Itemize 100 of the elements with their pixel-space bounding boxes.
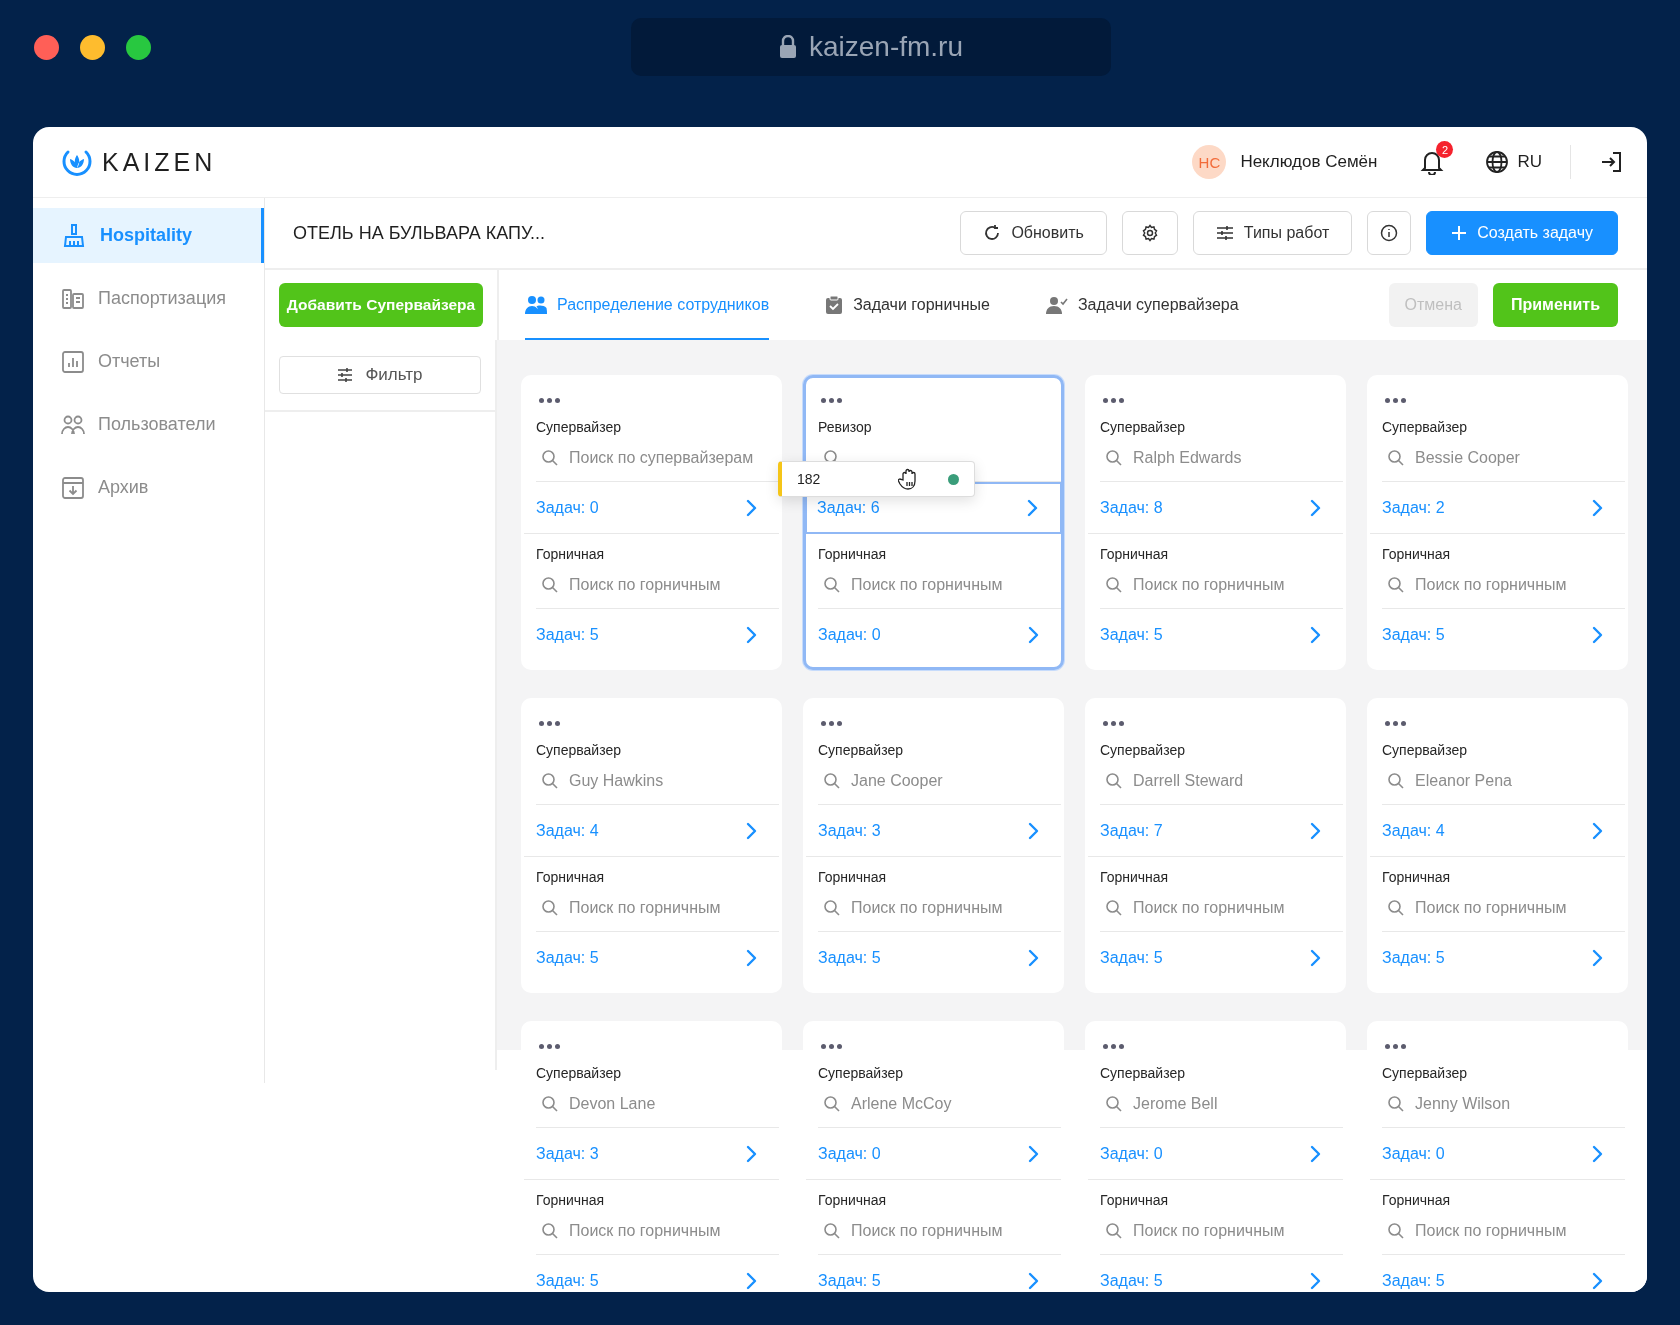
staff-card[interactable]: Супервайзер Bessie Cooper Задач: 2 Горничная Поиск по горничным Задач: 5 [1367,375,1628,670]
staff-card[interactable]: Супервайзер Guy Hawkins Задач: 4 Горничная Поиск по горничным Задач: 5 [521,698,782,993]
work-types-button[interactable]: Типы работ [1192,211,1353,255]
search-field[interactable]: Devon Lane [569,1095,769,1113]
tasks-row[interactable]: Задач: 0 [1370,1128,1625,1180]
role-label: Супервайзер [1382,1064,1467,1083]
tasks-row[interactable]: Задач: 7 [1088,805,1343,857]
search-field[interactable]: Поиск по горничным [1415,576,1615,594]
tab[interactable]: Задачи горничные [825,272,990,340]
tasks-row[interactable]: Задач: 0 [806,1128,1061,1180]
staff-card[interactable]: Супервайзер Ralph Edwards Задач: 8 Горничная Поиск по горничным Задач: 5 [1085,375,1346,670]
search-field[interactable]: Поиск по горничным [1133,1222,1333,1240]
search-field[interactable]: Поиск по горничным [1133,899,1333,917]
more-icon[interactable] [1103,1043,1124,1049]
search-field[interactable]: Jerome Bell [1133,1095,1333,1113]
tasks-row[interactable]: Задач: 8 [1088,482,1343,534]
more-icon[interactable] [821,720,842,726]
tab[interactable]: Задачи супервайзера [1045,272,1239,340]
maximize-window-icon[interactable] [126,35,151,60]
logout-icon[interactable] [1599,150,1623,174]
tasks-row[interactable]: Задач: 5 [1370,609,1625,661]
tasks-row[interactable]: Задач: 5 [1088,932,1343,984]
tasks-row[interactable]: Задач: 5 [1088,609,1343,661]
users-icon [525,295,547,315]
search-field[interactable]: Поиск по горничным [569,1222,769,1240]
tasks-row[interactable]: Задач: 5 [806,1255,1061,1292]
settings-button[interactable] [1121,211,1178,255]
sidebar-item[interactable]: Отчеты [33,334,264,389]
search-field[interactable]: Поиск по супервайзерам [569,449,769,467]
search-icon [823,1222,841,1240]
sidebar-item[interactable]: Паспортизация [33,271,264,326]
tasks-row[interactable]: Задач: 4 [1370,805,1625,857]
tasks-row[interactable]: Задач: 4 [524,805,779,857]
search-field[interactable]: Поиск по горничным [1415,899,1615,917]
search-field[interactable]: Bessie Cooper [1415,449,1615,467]
tasks-row[interactable]: Задач: 5 [524,609,779,661]
info-button[interactable] [1367,211,1412,255]
more-icon[interactable] [1385,397,1406,403]
filter-button[interactable]: Фильтр [279,356,481,394]
tasks-row[interactable]: Задач: 0 [524,482,779,534]
staff-card[interactable]: Супервайзер Jerome Bell Задач: 0 Горничная Поиск по горничным Задач: 5 [1085,1021,1346,1292]
search-field[interactable]: Jane Cooper [851,772,1051,790]
apply-button[interactable]: Применить [1493,283,1618,327]
sidebar-item[interactable]: Архив [33,460,264,515]
language-selector[interactable]: RU [1517,152,1542,172]
staff-card[interactable]: Супервайзер Jenny Wilson Задач: 0 Горничная Поиск по горничным Задач: 5 [1367,1021,1628,1292]
search-field[interactable]: Guy Hawkins [569,772,769,790]
drag-tooltip[interactable]: 182 [778,461,975,497]
search-field[interactable]: Поиск по горничным [851,1222,1051,1240]
search-field[interactable]: Darrell Steward [1133,772,1333,790]
tasks-count: Задач: 3 [536,1144,599,1163]
more-icon[interactable] [1385,720,1406,726]
search-field[interactable]: Поиск по горничным [851,576,1051,594]
search-field[interactable]: Jenny Wilson [1415,1095,1615,1113]
address-bar[interactable]: kaizen-fm.ru [631,18,1111,76]
staff-card[interactable]: Супервайзер Eleanor Pena Задач: 4 Горничная Поиск по горничным Задач: 5 [1367,698,1628,993]
more-icon[interactable] [1103,720,1124,726]
more-icon[interactable] [539,397,560,403]
staff-card[interactable]: Супервайзер Devon Lane Задач: 3 Горничная Поиск по горничным Задач: 5 [521,1021,782,1292]
tasks-row[interactable]: Задач: 3 [524,1128,779,1180]
staff-card[interactable]: Супервайзер Arlene McCoy Задач: 0 Горничная Поиск по горничным Задач: 5 [803,1021,1064,1292]
tasks-row[interactable]: Задач: 0 [1088,1128,1343,1180]
staff-card[interactable]: Супервайзер Поиск по супервайзерам Задач: 0 Горничная Поиск по горничным Задач: 5 [521,375,782,670]
tasks-row[interactable]: Задач: 5 [524,932,779,984]
search-field[interactable]: Поиск по горничным [569,899,769,917]
tasks-row[interactable]: Задач: 2 [1370,482,1625,534]
search-field[interactable]: Поиск по горничным [569,576,769,594]
tasks-row[interactable]: Задач: 5 [806,932,1061,984]
close-window-icon[interactable] [34,35,59,60]
add-supervisor-button[interactable]: Добавить Супервайзера [278,283,484,327]
search-field[interactable]: Поиск по горничным [851,899,1051,917]
search-field[interactable]: Ralph Edwards [1133,449,1333,467]
more-icon[interactable] [1385,1043,1406,1049]
tasks-row[interactable]: Задач: 3 [806,805,1061,857]
tasks-row[interactable]: Задач: 5 [1370,1255,1625,1292]
staff-card[interactable]: Супервайзер Darrell Steward Задач: 7 Горничная Поиск по горничным Задач: 5 [1085,698,1346,993]
tasks-row[interactable]: Задач: 5 [1370,932,1625,984]
search-field[interactable]: Поиск по горничным [1415,1222,1615,1240]
user-name[interactable]: Неклюдов Семён [1240,152,1378,172]
tasks-count: Задач: 5 [818,949,881,967]
search-icon [1387,772,1405,790]
search-field[interactable]: Поиск по горничным [1133,576,1333,594]
search-field[interactable]: Eleanor Pena [1415,772,1615,790]
sidebar-item[interactable]: Hospitality [33,208,264,263]
more-icon[interactable] [539,720,560,726]
tasks-row[interactable]: Задач: 0 [806,609,1061,661]
refresh-button[interactable]: Обновить [960,211,1107,255]
more-icon[interactable] [539,1043,560,1049]
more-icon[interactable] [821,1043,842,1049]
tasks-row[interactable]: Задач: 5 [524,1255,779,1292]
tasks-row[interactable]: Задач: 5 [1088,1255,1343,1292]
sidebar-item[interactable]: Пользователи [33,397,264,452]
minimize-window-icon[interactable] [80,35,105,60]
create-task-button[interactable]: Создать задачу [1426,211,1618,255]
search-field[interactable]: Arlene McCoy [851,1095,1051,1113]
more-icon[interactable] [821,397,842,403]
more-icon[interactable] [1103,397,1124,403]
user-avatar[interactable]: НС [1192,145,1227,179]
globe-icon[interactable] [1485,150,1510,174]
staff-card[interactable]: Супервайзер Jane Cooper Задач: 3 Горничная Поиск по горничным Задач: 5 [803,698,1064,993]
